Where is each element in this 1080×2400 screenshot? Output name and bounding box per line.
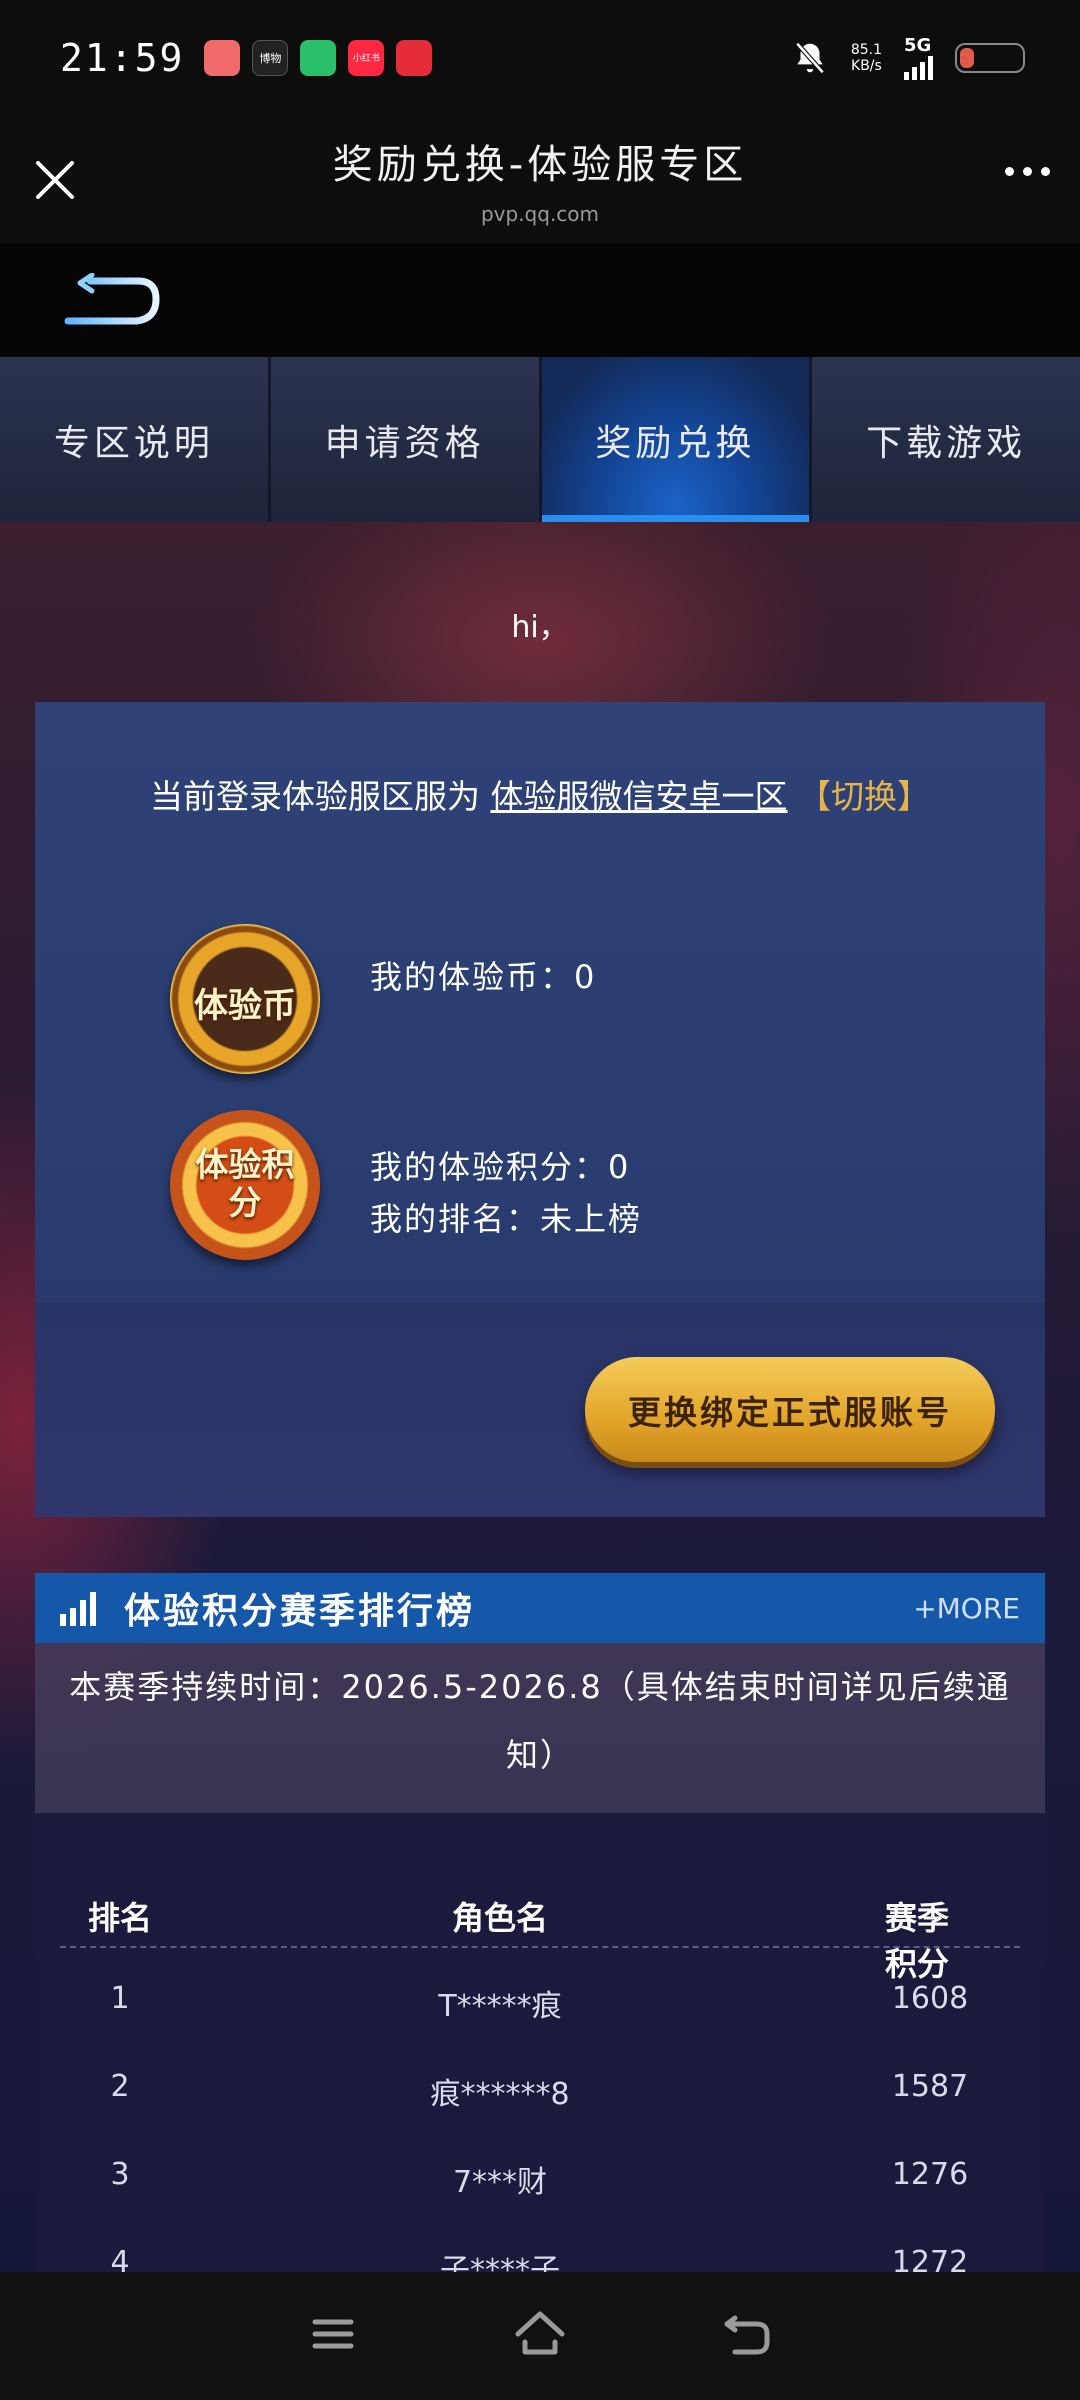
- ranking-more-link[interactable]: +MORE: [913, 1592, 1020, 1625]
- app-notification-icon: 博物: [252, 39, 289, 76]
- back-button[interactable]: [717, 2304, 777, 2368]
- experience-points-icon: 体验积分: [170, 1110, 320, 1260]
- network-type: 5G: [904, 35, 932, 56]
- table-row: 3 7***财 1276: [60, 2157, 1020, 2217]
- greeting: hi，: [511, 610, 569, 645]
- back-bar: [0, 243, 1080, 357]
- switch-server-link[interactable]: 【切换】: [798, 777, 930, 816]
- row-name: 7***财: [452, 2165, 548, 2200]
- coin-balance: 我的体验币：0: [370, 958, 597, 996]
- table-row: 1 T*****痕 1608: [60, 1981, 1020, 2041]
- back-arrow-icon[interactable]: [60, 273, 160, 329]
- row-score: 1272: [891, 2245, 969, 2272]
- tab-apply-qualification[interactable]: 申请资格: [270, 357, 542, 522]
- tab-reward-exchange[interactable]: 奖励兑换: [541, 357, 813, 522]
- battery-icon: [955, 42, 1025, 73]
- close-icon[interactable]: [30, 155, 80, 205]
- column-header-score: 赛季积分: [885, 1899, 950, 1983]
- row-rank: 2: [110, 2069, 130, 2104]
- points-balance: 我的体验积分：0: [370, 1148, 631, 1186]
- tab-zone-intro[interactable]: 专区说明: [0, 357, 271, 522]
- row-score: 1608: [891, 1981, 969, 2016]
- ranking-header: 体验积分赛季排行榜 +MORE: [35, 1573, 1045, 1643]
- row-rank: 3: [110, 2157, 130, 2192]
- row-name: 痕******8: [430, 2077, 570, 2112]
- back-icon: [724, 2315, 770, 2355]
- bell-off-icon: [791, 39, 829, 77]
- page-title: 奖励兑换-体验服专区: [332, 142, 748, 188]
- row-score: 1587: [891, 2069, 969, 2104]
- column-header-rank: 排名: [87, 1899, 153, 1937]
- column-header-name: 角色名: [451, 1899, 549, 1937]
- my-rank: 我的排名：未上榜: [370, 1200, 643, 1238]
- menu-icon: [312, 2319, 354, 2349]
- more-options-button[interactable]: [1005, 167, 1050, 176]
- page-url: pvp.qq.com: [480, 202, 600, 226]
- main-content: hi， 当前登录体验服区服为 体验服微信安卓一区 【切换】 体验币 我的体验币：…: [0, 522, 1080, 2272]
- title-bar: 奖励兑换-体验服专区 pvp.qq.com: [0, 115, 1080, 243]
- net-speed-unit: KB/s: [851, 57, 882, 74]
- season-info: 本赛季持续时间：2026.5-2026.8（具体结束时间详见后续通知）: [35, 1643, 1045, 1813]
- app-notification-icon: [300, 39, 337, 76]
- table-header: 排名 角色名 赛季积分: [60, 1888, 1020, 1983]
- points-badge-text: 体验积分: [195, 1145, 295, 1222]
- ranking-table: 排名 角色名 赛季积分 1 T*****痕 1608 2 痕******8 15…: [35, 1813, 1045, 2272]
- app-notification-icon: [396, 39, 433, 76]
- system-nav-bar: [0, 2272, 1080, 2400]
- current-server-line: 当前登录体验服区服为 体验服微信安卓一区 【切换】: [85, 772, 995, 822]
- server-name: 体验服微信安卓一区: [490, 777, 788, 816]
- ranking-title: 体验积分赛季排行榜: [124, 1591, 476, 1632]
- coin-badge-text: 体验币: [194, 986, 296, 1026]
- net-speed-value: 85.1: [850, 41, 882, 58]
- net-speed: 85.1 KB/s: [851, 42, 882, 74]
- row-rank: 1: [110, 1981, 130, 2016]
- dot-icon: [1023, 167, 1032, 176]
- home-button[interactable]: [510, 2304, 570, 2368]
- tab-download-game[interactable]: 下载游戏: [812, 357, 1080, 522]
- xiaohongshu-icon: 小红书: [348, 39, 385, 76]
- notification-app-icons: 博物 小红书: [204, 39, 433, 76]
- row-score: 1276: [891, 2157, 969, 2192]
- bar-chart-icon: [60, 1590, 104, 1626]
- table-row: 4 子****子 1272: [60, 2245, 1020, 2272]
- tab-bar: 专区说明 申请资格 奖励兑换 下载游戏: [0, 357, 1080, 522]
- dot-icon: [1041, 167, 1050, 176]
- experience-coin-icon: 体验币: [170, 924, 320, 1074]
- change-bound-account-button[interactable]: 更换绑定正式服账号: [585, 1357, 995, 1462]
- row-name: T*****痕: [438, 1989, 562, 2024]
- table-row: 2 痕******8 1587: [60, 2069, 1020, 2129]
- status-bar: 21:59 博物 小红书 85.1 KB/s 5G: [0, 0, 1080, 115]
- row-name: 子****子: [440, 2253, 560, 2272]
- status-time: 21:59: [60, 35, 185, 80]
- signal-indicator: 5G: [904, 35, 933, 80]
- home-icon: [515, 2311, 565, 2355]
- menu-button[interactable]: [303, 2304, 363, 2368]
- app-notification-icon: [204, 39, 241, 76]
- row-rank: 4: [110, 2245, 130, 2272]
- server-prefix: 当前登录体验服区服为: [150, 777, 480, 816]
- dot-icon: [1005, 167, 1014, 176]
- signal-bars-icon: [904, 56, 933, 80]
- season-duration-text: 本赛季持续时间：2026.5-2026.8（具体结束时间详见后续通知）: [69, 1668, 1011, 1774]
- account-info-card: 当前登录体验服区服为 体验服微信安卓一区 【切换】 体验币 我的体验币：0 体验…: [35, 702, 1045, 1517]
